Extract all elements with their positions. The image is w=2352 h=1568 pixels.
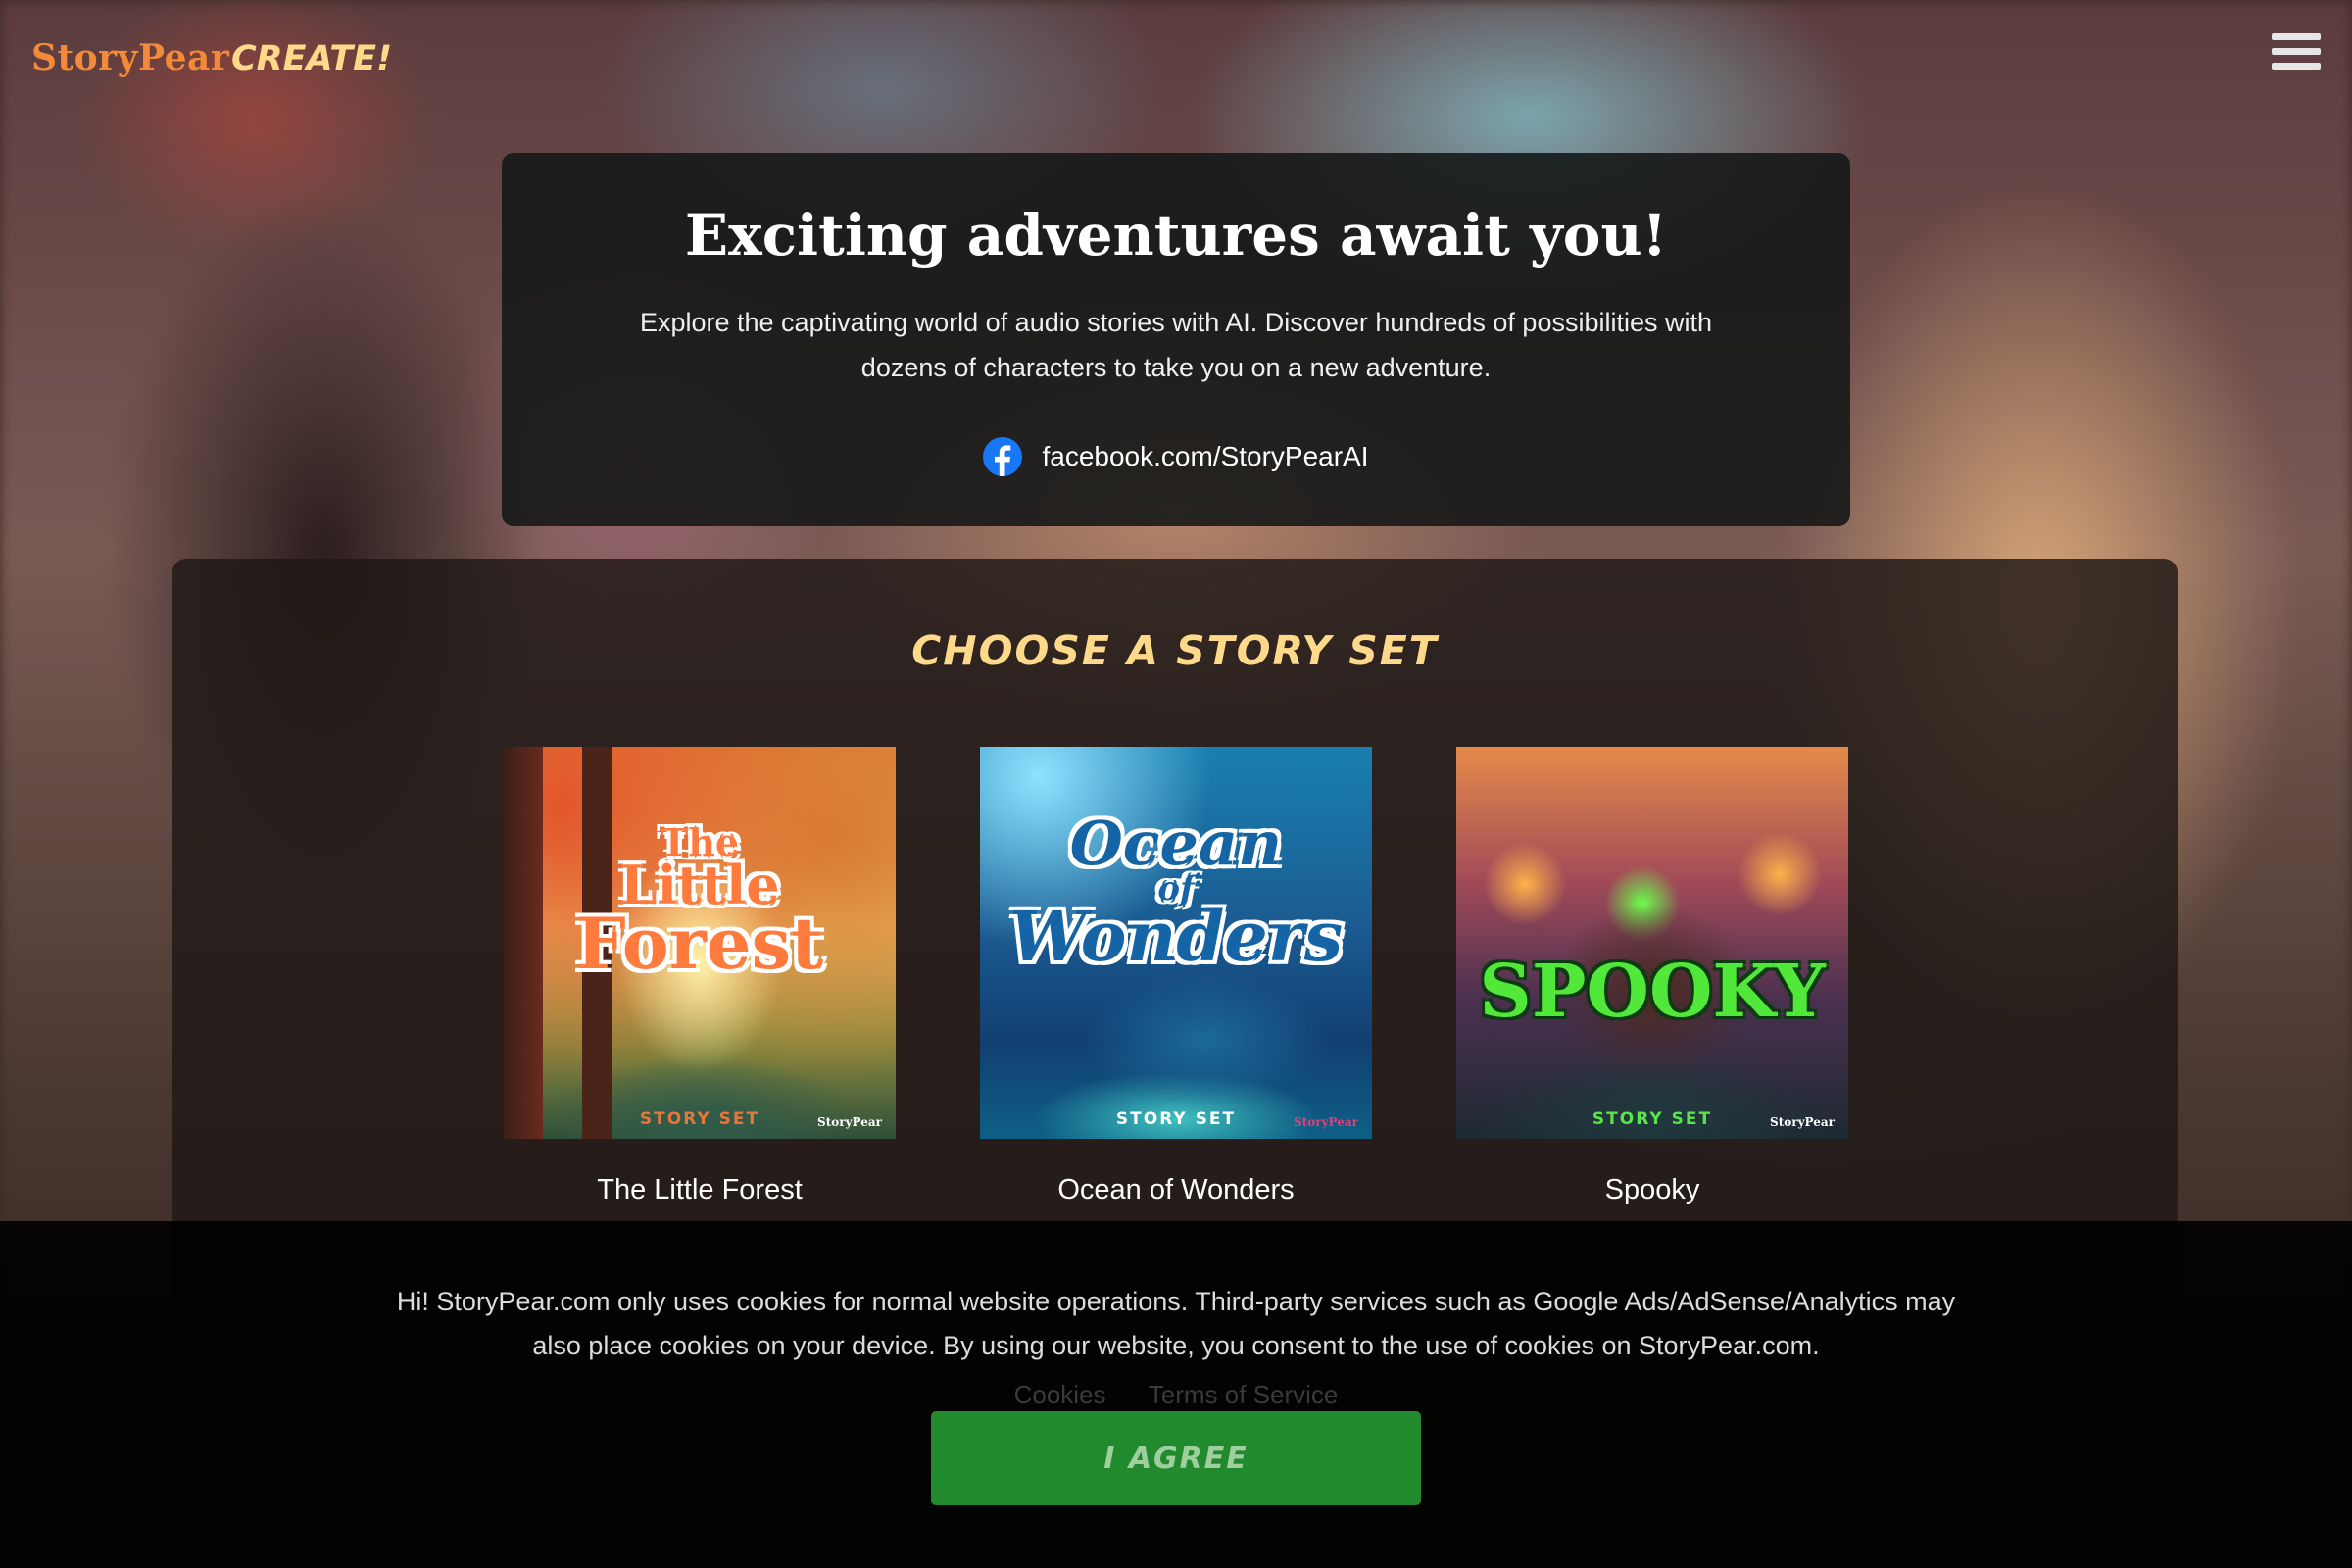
story-card-title[interactable]: Ocean of Wonders [980,1174,1372,1206]
story-cover-image[interactable]: The Little Forest STORY SET StoryPear [504,747,896,1139]
cover-title: The Little Forest [575,820,824,986]
facebook-link-text: facebook.com/StoryPearAI [1042,441,1369,471]
story-card-ocean-of-wonders[interactable]: Ocean of Wonders STORY SET StoryPear Oce… [980,747,1372,1206]
terms-of-service-link[interactable]: Terms of Service [1149,1380,1339,1409]
story-card-spooky[interactable]: SPOOKY STORY SET StoryPear Spooky [1456,747,1848,1206]
cover-brand: StoryPear [1770,1115,1835,1129]
section-title: CHOOSE A STORY SET [911,627,1439,674]
footer-links: Cookies Terms of Service [0,1380,2352,1410]
brand-logo[interactable]: StoryPear [31,37,229,78]
cover-title: Ocean of Wonders [1008,808,1344,978]
brand-create-label[interactable]: CREATE! [231,39,392,78]
story-card-little-forest[interactable]: The Little Forest STORY SET StoryPear Th… [504,747,896,1206]
cover-brand: StoryPear [817,1115,882,1129]
facebook-icon [983,437,1023,476]
hamburger-menu-icon[interactable] [2272,33,2321,74]
hero-description: Explore the captivating world of audio s… [639,308,1713,382]
story-set-panel: CHOOSE A STORY SET The Little Forest STO… [172,559,2178,1313]
site-header: StoryPear CREATE! [0,0,2352,122]
story-cover-image[interactable]: SPOOKY STORY SET StoryPear [1456,747,1848,1139]
hero-title: Exciting adventures await you! [684,202,1668,269]
cookie-message: Hi! StoryPear.com only uses cookies for … [396,1287,1956,1360]
facebook-link[interactable]: facebook.com/StoryPearAI [502,437,1850,476]
story-card-title[interactable]: The Little Forest [504,1174,896,1206]
cover-brand: StoryPear [1294,1115,1358,1129]
story-card-title[interactable]: Spooky [1456,1174,1848,1206]
cover-title: SPOOKY [1479,950,1826,1034]
hero-panel: Exciting adventures await you! Explore t… [502,153,1850,526]
agree-button[interactable]: I AGREE [931,1411,1421,1505]
cookie-consent-banner: Hi! StoryPear.com only uses cookies for … [0,1221,2352,1568]
cookies-link[interactable]: Cookies [1014,1380,1106,1409]
story-cover-image[interactable]: Ocean of Wonders STORY SET StoryPear [980,747,1372,1139]
